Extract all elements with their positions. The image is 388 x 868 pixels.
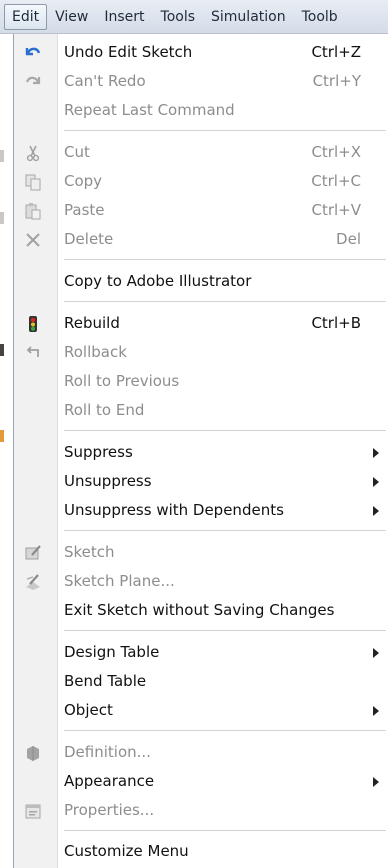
menu-item-undo[interactable]: Undo Edit Sketch Ctrl+Z [14,38,388,67]
submenu-arrow-icon [373,477,379,487]
menu-item-label: Unsuppress with Dependents [64,501,284,519]
menu-separator [64,530,386,531]
menubar-insert[interactable]: Insert [96,4,152,30]
menu-item-sketch-plane[interactable]: Sketch Plane... [14,567,388,596]
menu-bar: Edit View Insert Tools Simulation Toolb [0,0,388,34]
menu-item-redo[interactable]: Can't Redo Ctrl+Y [14,67,388,96]
menu-item-shortcut: Ctrl+B [311,314,361,332]
menu-separator [64,630,386,631]
menu-item-copy-to-adobe-illustrator[interactable]: Copy to Adobe Illustrator [14,267,388,296]
menu-item-properties[interactable]: Properties... [14,796,388,825]
menu-item-appearance[interactable]: Appearance [14,767,388,796]
properties-icon [24,802,42,820]
menu-item-label: Roll to Previous [64,372,180,390]
menubar-simulation[interactable]: Simulation [203,4,294,30]
menu-item-shortcut: Ctrl+X [311,143,361,161]
menu-item-label: Roll to End [64,401,145,419]
menu-item-shortcut: Ctrl+C [311,172,361,190]
menu-item-shortcut: Ctrl+Z [311,43,361,61]
menubar-tools[interactable]: Tools [153,4,204,30]
background-fragment [0,344,4,356]
menu-item-repeat-last-command[interactable]: Repeat Last Command [14,96,388,125]
menu-item-sketch[interactable]: Sketch [14,538,388,567]
menu-item-shortcut: Ctrl+V [311,201,361,219]
menu-item-label: Appearance [64,772,155,790]
menu-item-shortcut: Ctrl+Y [312,72,361,90]
background-fragment [0,150,4,162]
menu-item-label: Bend Table [64,672,147,690]
menu-item-definition[interactable]: Definition... [14,738,388,767]
menu-item-label: Rollback [64,343,127,361]
submenu-arrow-icon [373,777,379,787]
undo-icon [24,44,42,62]
menu-item-label: Can't Redo [64,72,146,90]
sketch-icon [24,544,42,562]
menu-item-label: Definition... [64,743,151,761]
menu-separator [64,130,386,131]
sketch-plane-icon [24,573,42,591]
menu-item-label: Design Table [64,643,160,661]
menu-item-rollback[interactable]: Rollback [14,338,388,367]
delete-x-icon [24,231,42,249]
menu-item-design-table[interactable]: Design Table [14,638,388,667]
menu-item-label: Properties... [64,801,155,819]
menu-item-cut[interactable]: Cut Ctrl+X [14,138,388,167]
submenu-arrow-icon [373,706,379,716]
traffic-light-icon [24,315,42,333]
menu-item-delete[interactable]: Delete Del [14,225,388,254]
menu-item-label: Rebuild [64,314,120,332]
menubar-edit[interactable]: Edit [4,3,48,30]
menu-separator [64,301,386,302]
edit-dropdown-menu: Undo Edit Sketch Ctrl+Z Can't Redo Ctrl+… [13,34,388,868]
menubar-view[interactable]: View [47,4,96,30]
menu-item-exit-sketch-without-saving[interactable]: Exit Sketch without Saving Changes [14,596,388,625]
background-window-edge [0,34,13,868]
menu-item-object[interactable]: Object [14,696,388,725]
redo-icon [24,73,42,91]
menu-item-roll-to-end[interactable]: Roll to End [14,396,388,425]
submenu-arrow-icon [373,648,379,658]
paste-icon [24,202,42,220]
menu-item-customize-menu[interactable]: Customize Menu [14,837,388,866]
menu-item-label: Cut [64,143,90,161]
menu-item-label: Copy to Adobe Illustrator [64,272,252,290]
menu-item-unsuppress[interactable]: Unsuppress [14,467,388,496]
background-fragment [0,212,4,224]
menu-separator [64,259,386,260]
menu-item-label: Exit Sketch without Saving Changes [64,601,335,619]
menu-item-label: Suppress [64,443,133,461]
menu-item-label: Repeat Last Command [64,101,235,119]
submenu-arrow-icon [373,448,379,458]
menu-separator [64,430,386,431]
menu-item-bend-table[interactable]: Bend Table [14,667,388,696]
background-fragment [0,430,4,442]
menu-item-label: Delete [64,230,114,248]
menu-item-label: Unsuppress [64,472,152,490]
menu-item-label: Sketch Plane... [64,572,175,590]
menu-item-shortcut: Del [336,230,361,248]
menu-separator [64,830,386,831]
menu-separator [64,730,386,731]
menu-item-rebuild[interactable]: Rebuild Ctrl+B [14,309,388,338]
menu-item-label: Sketch [64,543,115,561]
menu-item-label: Customize Menu [64,842,189,860]
menu-item-paste[interactable]: Paste Ctrl+V [14,196,388,225]
rollback-arrow-icon [24,344,42,362]
scissors-icon [24,144,42,162]
menu-item-roll-to-previous[interactable]: Roll to Previous [14,367,388,396]
copy-icon [24,173,42,191]
submenu-arrow-icon [373,506,379,516]
menu-item-label: Copy [64,172,103,190]
menu-item-label: Paste [64,201,105,219]
menu-item-label: Object [64,701,113,719]
menu-item-suppress[interactable]: Suppress [14,438,388,467]
menu-item-label: Undo Edit Sketch [64,43,193,61]
definition-icon [24,744,42,762]
menu-item-unsuppress-with-dependents[interactable]: Unsuppress with Dependents [14,496,388,525]
menubar-toolbox[interactable]: Toolb [294,4,346,30]
menu-item-copy[interactable]: Copy Ctrl+C [14,167,388,196]
